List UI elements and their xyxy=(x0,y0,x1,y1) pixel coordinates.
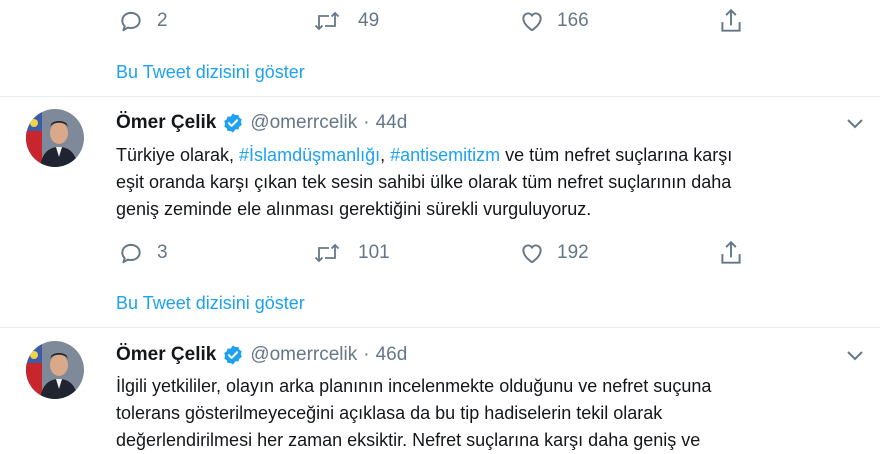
reply-icon[interactable] xyxy=(118,8,144,34)
avatar[interactable] xyxy=(26,109,84,167)
like-icon[interactable] xyxy=(519,8,545,34)
tweet-text-line: geniş zeminde ele alınması gerektiğini s… xyxy=(116,199,592,219)
tweet-text-line: İlgili yetkililer, olayın arka planının … xyxy=(116,376,712,396)
tweet-text-line: tolerans gösterilmeyeceğini açıklasa da … xyxy=(116,403,663,423)
like-icon[interactable] xyxy=(519,240,545,266)
text-segment: ve tüm nefret suçlarına karşı xyxy=(500,145,733,165)
tweet-timestamp[interactable]: 46d xyxy=(376,344,408,366)
show-thread-link[interactable]: Bu Tweet dizisini göster xyxy=(116,61,305,83)
reply-icon[interactable] xyxy=(118,240,144,266)
like-count: 192 xyxy=(557,242,589,263)
verified-badge-icon xyxy=(224,345,243,365)
tweet-divider xyxy=(0,327,880,328)
reply-count: 3 xyxy=(157,242,168,263)
tweet-divider xyxy=(0,96,880,97)
author-handle[interactable]: @omerrcelik xyxy=(250,112,357,134)
tweet-header: Ömer Çelik @omerrcelik · 46d xyxy=(116,342,407,368)
show-thread-link[interactable]: Bu Tweet dizisini göster xyxy=(116,292,305,314)
like-count: 166 xyxy=(557,10,589,31)
retweet-count: 101 xyxy=(358,242,390,263)
author-name[interactable]: Ömer Çelik xyxy=(116,112,216,134)
author-handle[interactable]: @omerrcelik xyxy=(250,344,357,366)
chevron-down-icon[interactable] xyxy=(846,348,864,362)
text-segment: , xyxy=(380,145,391,165)
separator-dot: · xyxy=(363,112,370,133)
reply-count: 2 xyxy=(157,10,168,31)
hashtag-link[interactable]: #İslamdüşmanlığı xyxy=(239,145,380,165)
tweet-text-line: eşit oranda karşı çıkan tek sesin sahibi… xyxy=(116,172,732,192)
verified-badge-icon xyxy=(224,113,243,133)
tweet-header: Ömer Çelik @omerrcelik · 44d xyxy=(116,110,407,136)
tweet-text: Türkiye olarak, #İslamdüşmanlığı, #antis… xyxy=(116,142,876,223)
tweet-text-line: değerlendirilmesi her zaman eksiktir. Ne… xyxy=(116,430,701,450)
retweet-icon[interactable] xyxy=(313,8,341,34)
tweet-timestamp[interactable]: 44d xyxy=(376,112,408,134)
share-icon[interactable] xyxy=(718,7,744,35)
tweet-text-line: Türkiye olarak, #İslamdüşmanlığı, #antis… xyxy=(116,142,876,169)
text-segment: Türkiye olarak, xyxy=(116,145,240,165)
avatar[interactable] xyxy=(26,341,84,399)
retweet-count: 49 xyxy=(358,10,380,31)
retweet-icon[interactable] xyxy=(313,240,341,266)
tweet-text: İlgili yetkililer, olayın arka planının … xyxy=(116,373,876,454)
chevron-down-icon[interactable] xyxy=(846,116,864,130)
separator-dot: · xyxy=(363,344,370,365)
author-name[interactable]: Ömer Çelik xyxy=(116,344,216,366)
hashtag-link[interactable]: #antisemitizm xyxy=(390,145,500,165)
share-icon[interactable] xyxy=(718,239,744,267)
